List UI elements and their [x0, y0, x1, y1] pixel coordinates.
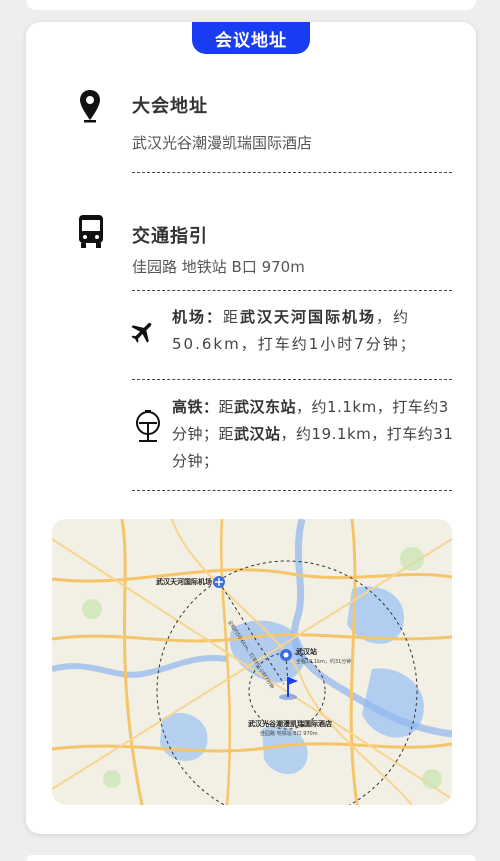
- map-hotel-sub: 佳园路 地铁站 B口 970m: [260, 731, 318, 737]
- airport-place: 武汉天河国际机场: [240, 308, 377, 326]
- venue-name: 武汉光谷潮漫凯瑞国际酒店: [132, 134, 313, 152]
- map-station-route: 全程19.1km，约31分钟: [296, 659, 352, 665]
- map-pin-icon: [78, 88, 102, 124]
- divider: [132, 172, 452, 173]
- transport-title: 交通指引: [132, 226, 208, 247]
- section-tab: 会议地址: [192, 22, 310, 54]
- map-hotel-label: 武汉光谷潮漫凯瑞国际酒店: [248, 720, 332, 728]
- metro-info: 佳园路 地铁站 B口 970m: [132, 258, 305, 276]
- rail-place-2: 武汉站: [234, 425, 281, 443]
- divider: [132, 290, 452, 291]
- venue-card: 会议地址 大会地址 武汉光谷潮漫凯瑞国际酒店 交通指引 佳园路 地铁站 B口 9…: [26, 22, 476, 834]
- divider: [132, 490, 452, 491]
- airplane-icon: [128, 316, 158, 348]
- train-station-icon: [134, 408, 162, 444]
- airport-prefix: 距: [223, 308, 241, 326]
- rail-info: 高铁：距武汉东站，约1.1km，打车约3分钟；距武汉站，约19.1km，打车约3…: [172, 394, 454, 475]
- map-airport-label: 武汉天河国际机场: [156, 578, 212, 586]
- divider: [132, 379, 452, 380]
- venue-title: 大会地址: [132, 96, 208, 117]
- airport-info: 机场：距武汉天河国际机场，约50.6km，打车约1小时7分钟；: [172, 304, 450, 358]
- previous-card-edge: [26, 0, 476, 10]
- map-station-label: 武汉站: [296, 648, 317, 656]
- rail-label: 高铁：: [172, 398, 219, 416]
- airport-label: 机场：: [172, 308, 224, 326]
- rail-prefix-2: 距: [218, 425, 235, 443]
- bus-icon: [78, 214, 104, 250]
- rail-prefix-1: 距: [218, 398, 235, 416]
- location-map[interactable]: 武汉天河国际机场 全程约50.6km，打车约1小时7分钟 武汉站 全程19.1k…: [52, 519, 452, 805]
- rail-place-1: 武汉东站: [234, 398, 297, 416]
- next-card-edge: [26, 855, 476, 861]
